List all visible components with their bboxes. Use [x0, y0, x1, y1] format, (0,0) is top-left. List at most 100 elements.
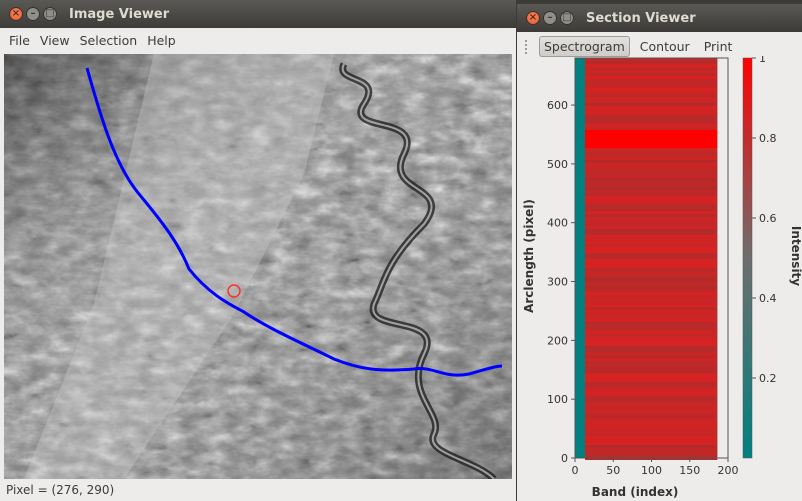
tab-spectrogram[interactable]: Spectrogram	[539, 36, 630, 57]
section-viewer-titlebar[interactable]: × – □ Section Viewer	[517, 4, 802, 32]
minimize-icon[interactable]: –	[543, 11, 557, 25]
tab-contour[interactable]: Contour	[636, 37, 694, 56]
heatmap-row	[585, 154, 718, 157]
heatmap-row	[585, 412, 718, 415]
heatmap-row	[585, 322, 718, 325]
spectrogram-plot[interactable]: 0 100 200 300 400 500 600 0 50 100 150 200 Band (i…	[517, 56, 802, 501]
heatmap-row	[585, 298, 718, 301]
heatmap-row	[585, 421, 718, 424]
heatmap-row	[585, 430, 718, 433]
maximize-icon[interactable]: □	[560, 11, 574, 25]
heatmap-row	[585, 433, 718, 436]
image-canvas[interactable]	[4, 54, 512, 479]
heatmap-row	[585, 415, 718, 418]
menu-view[interactable]: View	[40, 33, 70, 48]
heatmap-row	[585, 160, 718, 163]
heatmap-row	[585, 427, 718, 430]
heatmap-row	[585, 391, 718, 394]
heatmap-row	[585, 232, 718, 235]
heatmap-row	[585, 235, 718, 238]
heatmap-row	[585, 157, 718, 160]
heatmap-row	[585, 121, 718, 124]
heatmap-row	[585, 103, 718, 106]
heatmap-row	[585, 277, 718, 280]
heatmap-row	[585, 268, 718, 271]
window-title: Section Viewer	[586, 10, 696, 26]
heatmap-row	[585, 88, 718, 91]
heatmap-row	[585, 382, 718, 385]
colorbar-tick-label: 0.4	[759, 292, 777, 305]
minimize-icon[interactable]: –	[26, 7, 40, 21]
close-icon[interactable]: ×	[526, 11, 540, 25]
heatmap-row	[585, 316, 718, 319]
heatmap-row	[585, 67, 718, 70]
heatmap-row	[585, 223, 718, 226]
image-viewer-window: × – □ Image Viewer File View Selection H…	[0, 0, 516, 501]
heatmap-row	[585, 328, 718, 331]
y-tick-label: 0	[561, 452, 568, 465]
close-icon[interactable]: ×	[9, 7, 23, 21]
heatmap-row	[585, 217, 718, 220]
heatmap-row	[585, 178, 718, 181]
satellite-image[interactable]	[4, 54, 512, 479]
heatmap-row	[585, 436, 718, 439]
heatmap-row	[585, 163, 718, 166]
x-tick-label: 50	[606, 464, 620, 477]
heatmap-row	[585, 376, 718, 379]
heatmap-row	[585, 169, 718, 172]
heatmap-row	[585, 73, 718, 76]
heatmap-row	[585, 283, 718, 286]
heatmap-row	[585, 100, 718, 103]
heatmap-row	[585, 190, 718, 193]
heatmap-row	[585, 199, 718, 202]
menubar: File View Selection Help	[0, 28, 516, 52]
heatmap-row	[585, 76, 718, 79]
heatmap-row	[585, 214, 718, 217]
heatmap-row	[585, 307, 718, 310]
colorbar-tick-label: 0.8	[759, 132, 777, 145]
heatmap-row	[585, 139, 718, 142]
heatmap-row	[585, 292, 718, 295]
heatmap-row	[585, 112, 718, 115]
colorbar-tick-label: 1	[759, 56, 766, 65]
window-title: Image Viewer	[69, 6, 170, 22]
image-viewer-titlebar[interactable]: × – □ Image Viewer	[0, 0, 516, 28]
maximize-icon[interactable]: □	[43, 7, 57, 21]
heatmap-row	[585, 331, 718, 334]
heatmap-row	[585, 343, 718, 346]
heatmap-row	[585, 403, 718, 406]
heatmap-row	[585, 220, 718, 223]
heatmap-row	[585, 241, 718, 244]
heatmap-row	[585, 280, 718, 283]
heatmap-row	[585, 346, 718, 349]
heatmap-row	[585, 355, 718, 358]
heatmap-row	[585, 238, 718, 241]
heatmap-row	[585, 262, 718, 265]
heatmap-row	[585, 379, 718, 382]
heatmap-row	[585, 373, 718, 376]
heatmap-row	[585, 208, 718, 211]
heatmap-row	[585, 91, 718, 94]
heatmap-row	[585, 133, 718, 136]
heatmap-row	[585, 358, 718, 361]
x-tick-label: 150	[679, 464, 700, 477]
heatmap-row	[585, 313, 718, 316]
y-axis-label: Arclength (pixel)	[522, 199, 536, 313]
menu-help[interactable]: Help	[147, 33, 176, 48]
heatmap-row	[585, 388, 718, 391]
heatmap-row	[585, 166, 718, 169]
heatmap-row	[585, 211, 718, 214]
tab-print[interactable]: Print	[700, 37, 737, 56]
heatmap-row	[585, 256, 718, 259]
menu-file[interactable]: File	[9, 33, 30, 48]
heatmap-row	[585, 361, 718, 364]
heatmap-row	[585, 349, 718, 352]
heatmap-row	[585, 442, 718, 445]
heatmap-row	[585, 70, 718, 73]
heatmap-row	[585, 418, 718, 421]
menu-selection[interactable]: Selection	[80, 33, 138, 48]
heatmap-row	[585, 97, 718, 100]
x-tick-label: 0	[572, 464, 579, 477]
y-tick-label: 100	[547, 393, 568, 406]
toolbar-grip-icon[interactable]	[525, 39, 531, 54]
